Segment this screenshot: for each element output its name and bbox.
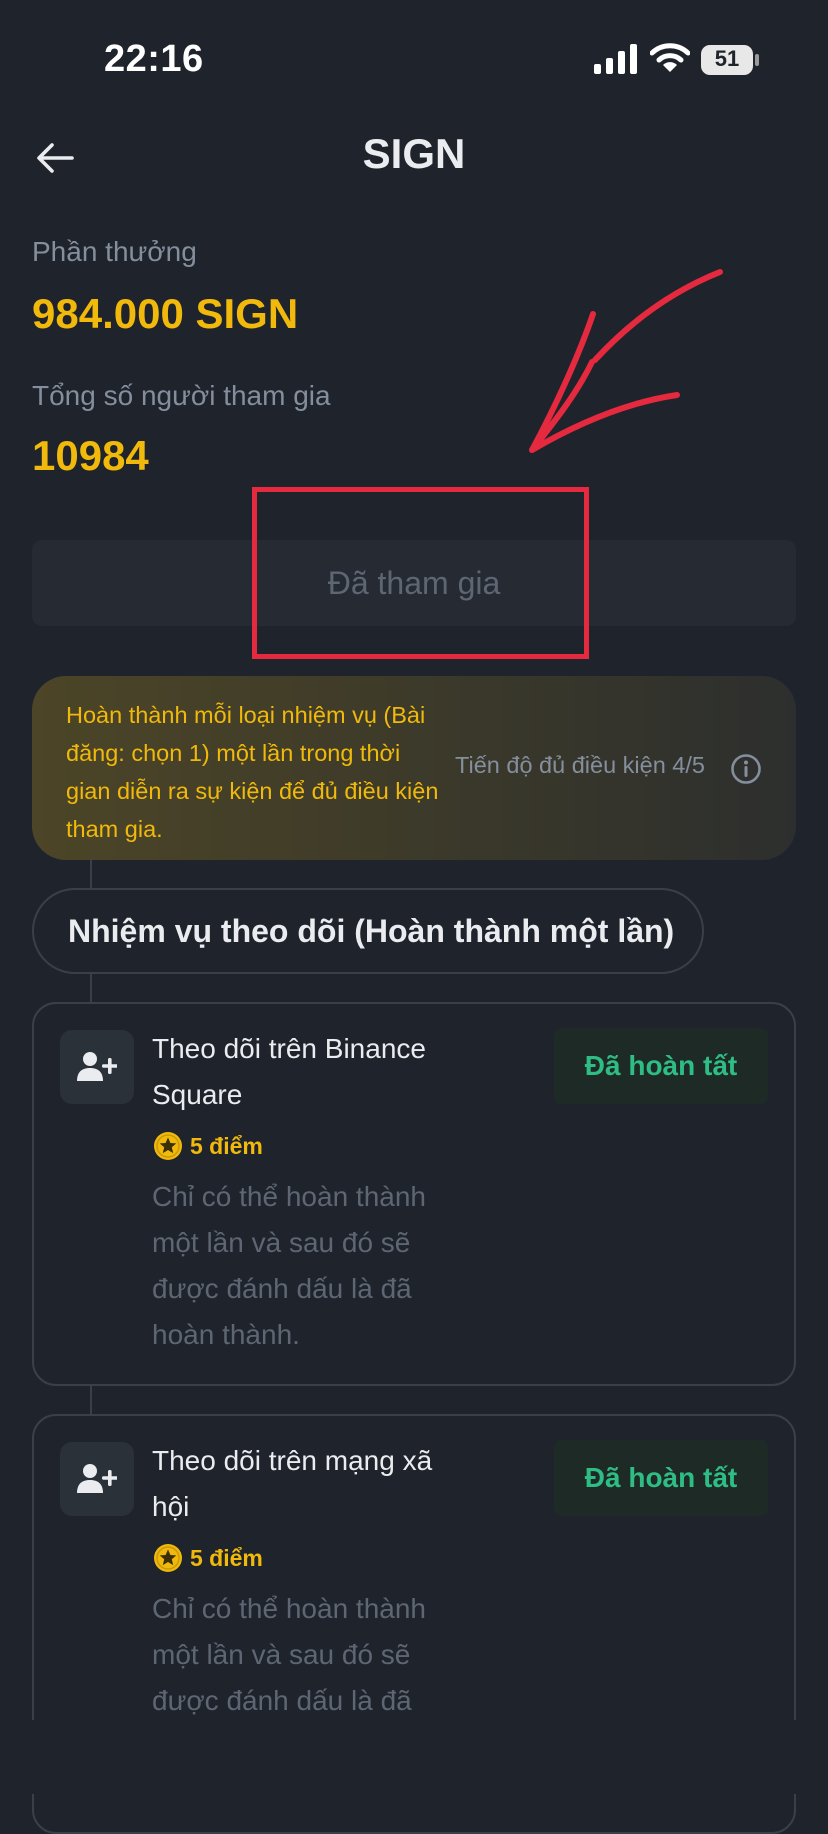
wifi-icon bbox=[650, 43, 690, 72]
annotation-arrow-icon bbox=[529, 269, 723, 453]
eligibility-progress: Tiến độ đủ điều kiện 4/5 bbox=[455, 752, 705, 778]
task-icon-box bbox=[60, 1030, 134, 1104]
section-header: Nhiệm vụ theo dõi (Hoàn thành một lần) bbox=[32, 888, 704, 974]
add-user-icon bbox=[77, 1052, 117, 1081]
timeline-line bbox=[90, 860, 92, 888]
add-user-icon bbox=[77, 1464, 117, 1493]
annotation-highlight-box bbox=[252, 487, 589, 659]
task-points-label: 5 điểm bbox=[190, 1132, 263, 1159]
task-points-label: 5 điểm bbox=[190, 1544, 263, 1571]
participants-label: Tổng số người tham gia bbox=[32, 380, 331, 411]
timeline-line bbox=[90, 1386, 92, 1414]
task-title: Theo dõi trên mạng xã hội bbox=[152, 1445, 433, 1522]
info-icon[interactable] bbox=[730, 753, 762, 785]
signal-icon bbox=[594, 44, 637, 74]
task-icon-box bbox=[60, 1442, 134, 1516]
page-title: SIGN bbox=[362, 130, 466, 177]
battery-level: 51 bbox=[714, 46, 740, 71]
task-status-button[interactable]: Đã hoàn tất bbox=[554, 1440, 768, 1516]
battery-icon: 51 bbox=[700, 44, 760, 76]
reward-value: 984.000 SIGN bbox=[32, 290, 299, 337]
timeline-line bbox=[90, 974, 92, 1002]
star-coin-icon bbox=[154, 1544, 182, 1572]
task-title: Theo dõi trên Binance Square bbox=[152, 1033, 426, 1110]
task-status-button[interactable]: Đã hoàn tất bbox=[554, 1028, 768, 1104]
task-description: Chỉ có thể hoàn thành một lần và sau đó … bbox=[152, 1181, 426, 1350]
status-time: 22:16 bbox=[104, 38, 204, 80]
star-coin-icon bbox=[154, 1132, 182, 1160]
task-points: 5 điểm bbox=[152, 1130, 263, 1162]
bottom-area bbox=[0, 1720, 828, 1794]
eligibility-text: Hoàn thành mỗi loại nhiệm vụ (Bài đăng: … bbox=[66, 702, 439, 842]
task-points: 5 điểm bbox=[152, 1542, 263, 1574]
participants-value: 10984 bbox=[32, 432, 149, 479]
reward-label: Phần thưởng bbox=[32, 236, 197, 267]
